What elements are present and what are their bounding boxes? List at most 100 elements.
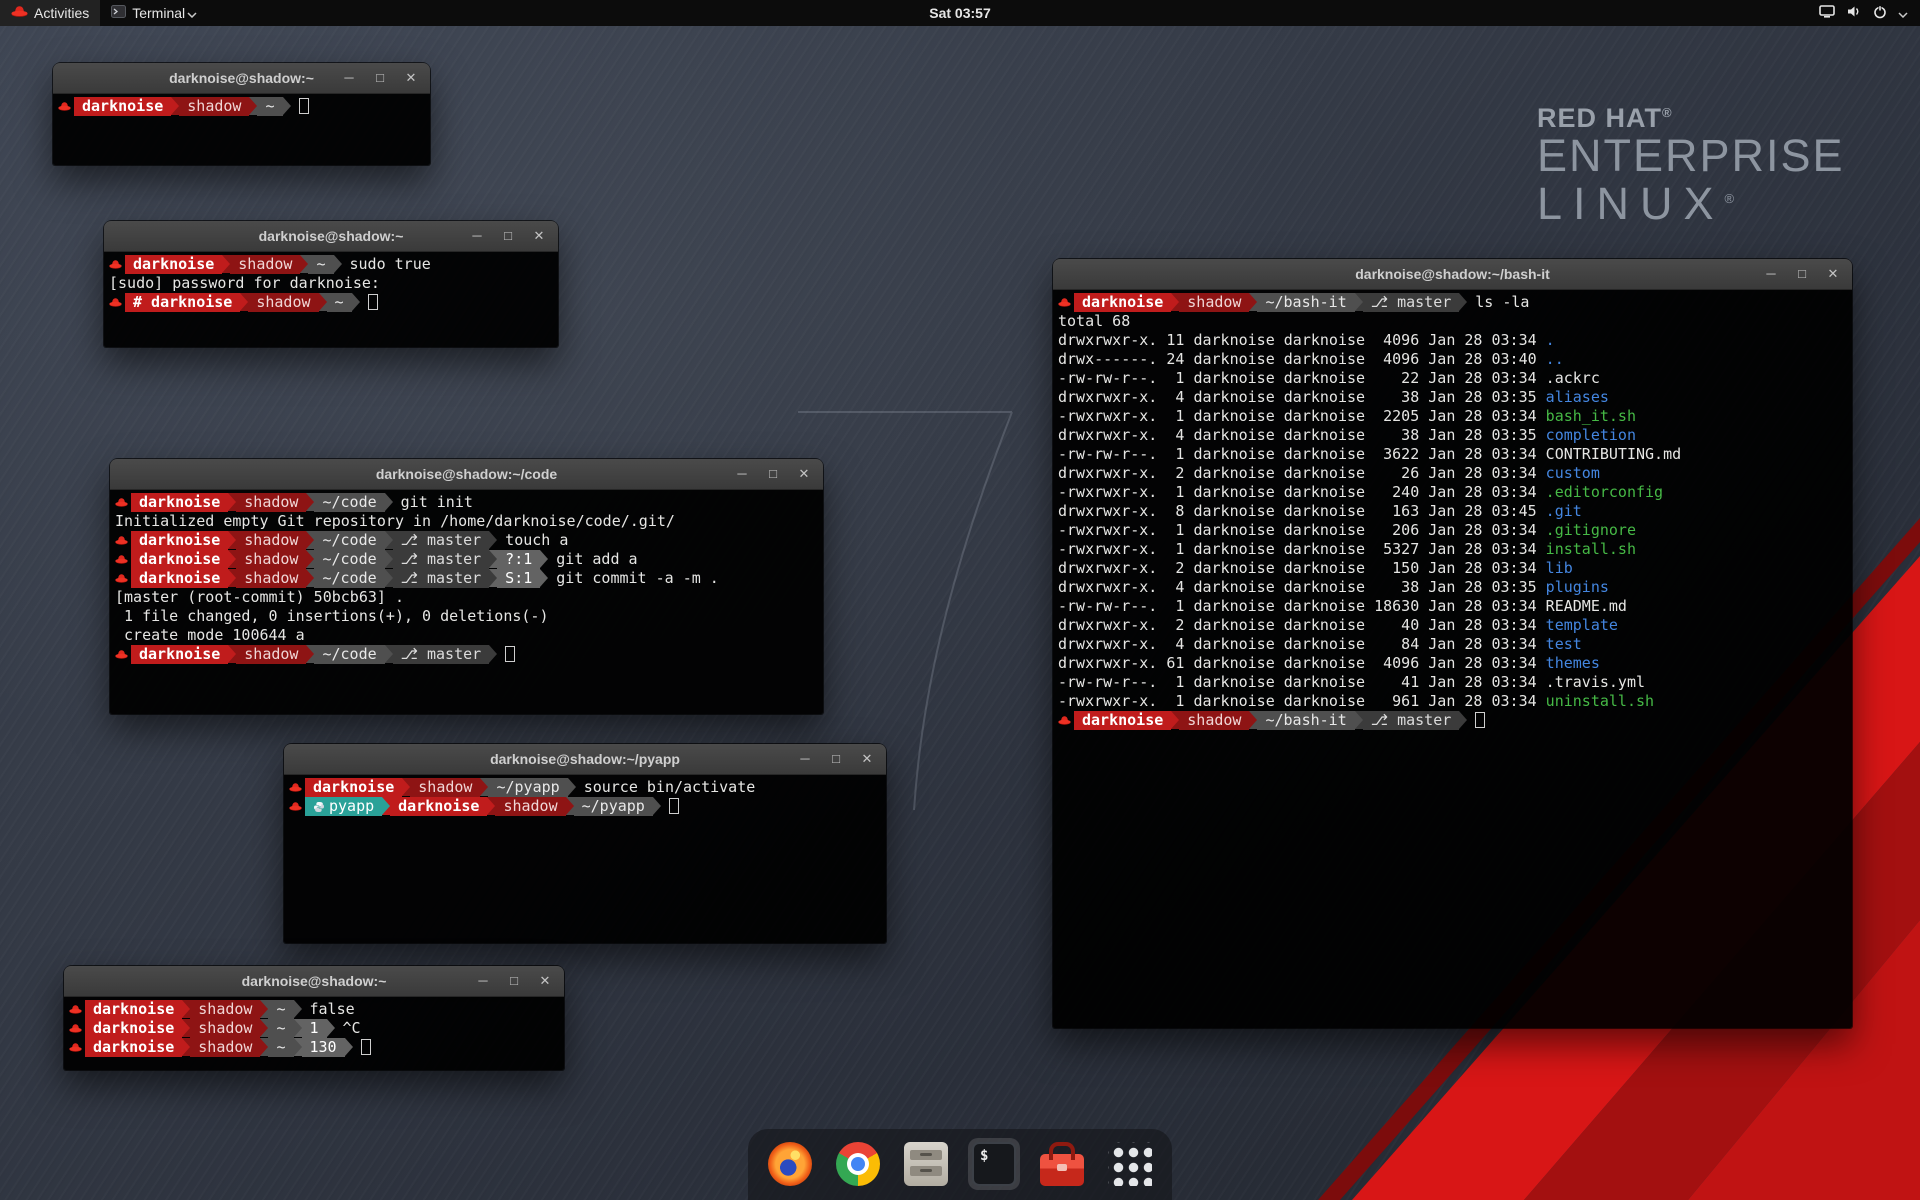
prompt-line: darknoiseshadow~false	[69, 1000, 559, 1019]
prompt-segment-git: ⎇ master	[393, 550, 490, 569]
command-text: source bin/activate	[584, 778, 756, 796]
output-text: -rwxrwxr-x. 1 darknoise darknoise 2205 J…	[1058, 407, 1546, 425]
maximize-button[interactable]: □	[507, 974, 521, 988]
redhat-prompt-icon	[115, 645, 131, 664]
prompt-segment-path: ~/pyapp	[574, 797, 653, 816]
command-text: ^C	[343, 1019, 361, 1037]
dock-item-toolbox[interactable]	[1036, 1138, 1088, 1190]
window-title: darknoise@shadow:~/code	[376, 466, 557, 482]
powerline-arrow-icon	[171, 97, 179, 115]
prompt-segment-host: shadow	[230, 255, 300, 274]
minimize-button[interactable]: ─	[476, 974, 490, 988]
output-line: drwxrwxr-x. 61 darknoise darknoise 4096 …	[1058, 654, 1847, 673]
window-controls: ─ □ ✕	[470, 221, 546, 251]
output-text: drwxrwxr-x. 2 darknoise darknoise 26 Jan…	[1058, 464, 1546, 482]
dock-item-firefox[interactable]	[764, 1138, 816, 1190]
output-text: bash_it.sh	[1546, 407, 1636, 425]
dock-item-files[interactable]	[900, 1138, 952, 1190]
output-line: -rw-rw-r--. 1 darknoise darknoise 41 Jan…	[1058, 673, 1847, 692]
close-button[interactable]: ✕	[538, 974, 552, 988]
powerline-arrow-icon	[306, 550, 314, 568]
prompt-segment-user: darknoise	[131, 645, 228, 664]
close-button[interactable]: ✕	[404, 71, 418, 85]
maximize-button[interactable]: □	[1795, 267, 1809, 281]
prompt-segment-host: shadow	[495, 797, 565, 816]
output-line: [sudo] password for darknoise:	[109, 274, 553, 293]
powerline-arrow-icon	[489, 569, 497, 587]
output-text: -rwxrwxr-x. 1 darknoise darknoise 206 Ja…	[1058, 521, 1546, 539]
prompt-segment-path: ~/code	[314, 645, 384, 664]
prompt-line: # darknoiseshadow~	[109, 293, 553, 312]
powerline-arrow-icon	[352, 293, 360, 311]
maximize-button[interactable]: □	[829, 752, 843, 766]
output-text: install.sh	[1546, 540, 1636, 558]
output-text: drwxrwxr-x. 4 darknoise darknoise 38 Jan…	[1058, 578, 1546, 596]
redhat-prompt-icon	[69, 1000, 85, 1019]
output-line: drwxrwxr-x. 11 darknoise darknoise 4096 …	[1058, 331, 1847, 350]
terminal-content[interactable]: darknoiseshadow~	[53, 94, 430, 119]
redhat-prompt-icon	[115, 569, 131, 588]
powerline-arrow-icon	[1171, 711, 1179, 729]
window-titlebar[interactable]: darknoise@shadow:~ ─ □ ✕	[64, 966, 564, 997]
brand-redhat-text: RED HAT	[1537, 103, 1662, 133]
files-icon	[904, 1142, 948, 1186]
redhat-prompt-icon	[289, 778, 305, 797]
prompt-segment-path: ~	[268, 1038, 293, 1057]
terminal-content[interactable]: darknoiseshadow~falsedarknoiseshadow~1^C…	[64, 997, 564, 1060]
terminal-content[interactable]: darknoiseshadow~/bash-it⎇ masterls -lato…	[1053, 290, 1852, 733]
window-titlebar[interactable]: darknoise@shadow:~/code ─ □ ✕	[110, 459, 823, 490]
terminal-content[interactable]: darknoiseshadow~/pyappsource bin/activat…	[284, 775, 886, 819]
dock-item-app-grid[interactable]	[1104, 1138, 1156, 1190]
powerline-arrow-icon	[182, 1019, 190, 1037]
powerline-arrow-icon	[249, 97, 257, 115]
terminal-content[interactable]: darknoiseshadow~/codegit initInitialized…	[110, 490, 823, 667]
terminal-window: darknoise@shadow:~ ─ □ ✕ darknoiseshadow~fal…	[64, 966, 564, 1070]
python-icon	[313, 797, 325, 816]
dock-item-chrome[interactable]	[832, 1138, 884, 1190]
close-button[interactable]: ✕	[860, 752, 874, 766]
prompt-line: darknoiseshadow~/code⎇ mastertouch a	[115, 531, 818, 550]
powerline-arrow-icon	[182, 1000, 190, 1018]
prompt-segment-path: ~	[327, 293, 352, 312]
window-titlebar[interactable]: darknoise@shadow:~/bash-it─□✕	[1053, 259, 1852, 290]
window-titlebar[interactable]: darknoise@shadow:~ ─ □ ✕	[53, 63, 430, 94]
close-button[interactable]: ✕	[1826, 267, 1840, 281]
output-line: -rw-rw-r--. 1 darknoise darknoise 18630 …	[1058, 597, 1847, 616]
dock-item-terminal[interactable]	[968, 1138, 1020, 1190]
output-text: drwxrwxr-x. 8 darknoise darknoise 163 Ja…	[1058, 502, 1546, 520]
close-button[interactable]: ✕	[797, 467, 811, 481]
minimize-button[interactable]: ─	[735, 467, 749, 481]
window-title: darknoise@shadow:~	[169, 70, 314, 86]
window-title: darknoise@shadow:~	[242, 973, 387, 989]
powerline-arrow-icon	[228, 531, 236, 549]
app-menu-label: Terminal	[132, 5, 185, 21]
minimize-button[interactable]: ─	[1764, 267, 1778, 281]
powerline-arrow-icon	[300, 255, 308, 273]
window-titlebar[interactable]: darknoise@shadow:~/pyapp─□✕	[284, 744, 886, 775]
command-text: ls -la	[1475, 293, 1529, 311]
output-line: -rwxrwxr-x. 1 darknoise darknoise 961 Ja…	[1058, 692, 1847, 711]
maximize-button[interactable]: □	[766, 467, 780, 481]
powerline-arrow-icon	[402, 778, 410, 796]
close-button[interactable]: ✕	[532, 229, 546, 243]
activities-button[interactable]: Activities	[0, 0, 100, 26]
window-titlebar[interactable]: darknoise@shadow:~─□✕	[104, 221, 558, 252]
clock[interactable]: Sat 03:57	[919, 0, 1000, 26]
prompt-segment-path: ~/bash-it	[1257, 711, 1354, 730]
chevron-down-icon	[1898, 5, 1908, 21]
minimize-button[interactable]: ─	[798, 752, 812, 766]
registered-mark: ®	[1725, 191, 1746, 206]
prompt-segment-host: shadow	[190, 1038, 260, 1057]
minimize-button[interactable]: ─	[470, 229, 484, 243]
brand-line-enterprise: ENTERPRISE	[1537, 132, 1845, 179]
powerline-arrow-icon	[489, 645, 497, 663]
maximize-button[interactable]: □	[501, 229, 515, 243]
output-text: drwxrwxr-x. 61 darknoise darknoise 4096 …	[1058, 654, 1546, 672]
system-status-area[interactable]	[1809, 0, 1918, 26]
minimize-button[interactable]: ─	[342, 71, 356, 85]
app-menu-terminal[interactable]: Terminal	[100, 0, 208, 26]
terminal-content[interactable]: darknoiseshadow~sudo true[sudo] password…	[104, 252, 558, 315]
terminal-cursor	[1475, 712, 1485, 728]
maximize-button[interactable]: □	[373, 71, 387, 85]
output-text: create mode 100644 a	[115, 626, 305, 644]
